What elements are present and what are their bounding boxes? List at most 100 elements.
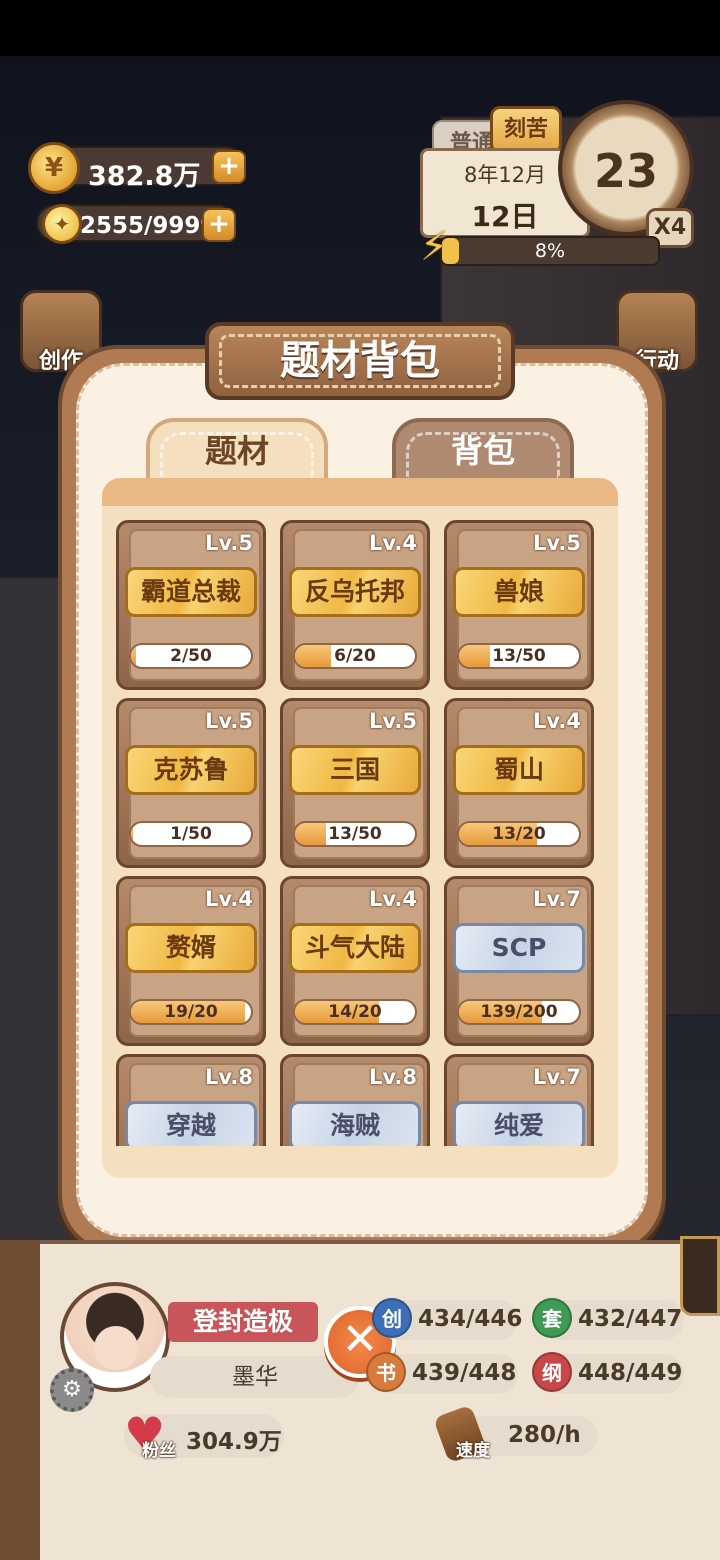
topic-card[interactable]: Lv.5 三国 13/50 bbox=[280, 698, 430, 868]
card-topic-name: 三国 bbox=[289, 745, 421, 795]
stat-badge: 套 bbox=[532, 1298, 572, 1338]
card-level: Lv.5 bbox=[205, 709, 253, 733]
card-progress-text: 139/200 bbox=[480, 1002, 558, 1022]
panel-title: 题材背包 bbox=[219, 334, 501, 388]
topic-card[interactable]: Lv.5 霸道总裁 2/50 bbox=[116, 520, 266, 690]
lightbulb-icon: ✦ bbox=[42, 204, 82, 244]
coins-counter: ¥ 382.8万 + bbox=[28, 142, 246, 194]
inspiration-value: 2555/9999 bbox=[80, 213, 217, 239]
card-progress-bar: 2/50 bbox=[129, 643, 253, 669]
stat-book: 书 439/448 bbox=[366, 1352, 518, 1394]
card-level: Lv.4 bbox=[533, 709, 581, 733]
card-progress-bar: 14/20 bbox=[293, 999, 417, 1025]
tab-decoration bbox=[160, 432, 314, 478]
coin-icon: ¥ bbox=[28, 142, 80, 194]
speed-value: 280/h bbox=[508, 1422, 581, 1448]
stat-badge: 书 bbox=[366, 1352, 406, 1392]
card-level: Lv.4 bbox=[369, 531, 417, 555]
tab-decoration bbox=[406, 432, 560, 478]
card-progress-text: 13/50 bbox=[492, 646, 546, 666]
inspiration-counter: ✦ 2555/9999 + bbox=[36, 204, 236, 244]
card-level: Lv.4 bbox=[369, 887, 417, 911]
card-progress-text: 14/20 bbox=[328, 1002, 382, 1022]
card-progress-text: 6/20 bbox=[334, 646, 376, 666]
stat-value: 439/448 bbox=[412, 1360, 517, 1386]
card-level: Lv.8 bbox=[205, 1065, 253, 1089]
card-progress-bar: 13/50 bbox=[457, 643, 581, 669]
card-progress-text: 13/20 bbox=[492, 824, 546, 844]
fans-value: 304.9万 bbox=[186, 1429, 282, 1455]
topic-card[interactable]: Lv.4 蜀山 13/20 bbox=[444, 698, 594, 868]
card-topic-name: 霸道总裁 bbox=[125, 567, 257, 617]
topic-card[interactable]: Lv.5 克苏鲁 1/50 bbox=[116, 698, 266, 868]
card-topic-name: 斗气大陆 bbox=[289, 923, 421, 973]
card-progress-bar: 139/200 bbox=[457, 999, 581, 1025]
card-level: Lv.5 bbox=[205, 531, 253, 555]
topic-card[interactable]: Lv.8 穿越 bbox=[116, 1054, 266, 1146]
stat-badge: 创 bbox=[372, 1298, 412, 1338]
card-topic-name: 反乌托邦 bbox=[289, 567, 421, 617]
gear-icon[interactable]: ⚙ bbox=[50, 1368, 94, 1412]
tab-backpack[interactable]: 背包 bbox=[392, 418, 574, 482]
card-progress-text: 13/50 bbox=[328, 824, 382, 844]
card-topic-name: 海贼 bbox=[289, 1101, 421, 1146]
card-topic-name: 穿越 bbox=[125, 1101, 257, 1146]
status-bar bbox=[0, 0, 720, 56]
topic-card[interactable]: Lv.8 海贼 bbox=[280, 1054, 430, 1146]
avatar-face bbox=[94, 1326, 138, 1370]
panel-title-plate: 题材背包 bbox=[205, 322, 515, 400]
add-inspiration-button[interactable]: + bbox=[202, 208, 236, 242]
topic-card[interactable]: Lv.4 斗气大陆 14/20 bbox=[280, 876, 430, 1046]
stat-value: 434/446 bbox=[418, 1306, 523, 1332]
topic-grid-scroll[interactable]: Lv.5 霸道总裁 2/50 Lv.4 反乌托邦 6/20 Lv.5 兽娘 13/50 Lv.5 克… bbox=[102, 510, 618, 1146]
clock-value: 23 bbox=[593, 144, 658, 198]
card-topic-name: SCP bbox=[453, 923, 585, 973]
book-spine bbox=[0, 1240, 40, 1560]
card-level: Lv.7 bbox=[533, 887, 581, 911]
topic-card[interactable]: Lv.4 赘婿 19/20 bbox=[116, 876, 266, 1046]
stat-value: 432/447 bbox=[578, 1306, 683, 1332]
card-progress-text: 2/50 bbox=[170, 646, 212, 666]
card-topic-name: 赘婿 bbox=[125, 923, 257, 973]
stat-create: 创 434/446 bbox=[372, 1298, 522, 1340]
card-progress-bar: 13/20 bbox=[457, 821, 581, 847]
card-level: Lv.5 bbox=[533, 531, 581, 555]
rank-title: 登封造极 bbox=[168, 1302, 318, 1342]
card-topic-name: 克苏鲁 bbox=[125, 745, 257, 795]
energy-bar: 8% bbox=[440, 236, 660, 266]
grid-footer bbox=[102, 1148, 618, 1178]
card-level: Lv.5 bbox=[369, 709, 417, 733]
card-progress-bar: 1/50 bbox=[129, 821, 253, 847]
card-topic-name: 兽娘 bbox=[453, 567, 585, 617]
card-level: Lv.4 bbox=[205, 887, 253, 911]
card-progress-bar: 6/20 bbox=[293, 643, 417, 669]
topic-card[interactable]: Lv.7 纯爱 bbox=[444, 1054, 594, 1146]
stat-routine: 套 432/447 bbox=[532, 1298, 684, 1340]
topic-card[interactable]: Lv.5 兽娘 13/50 bbox=[444, 520, 594, 690]
player-name: 墨华 bbox=[150, 1356, 360, 1398]
topic-card[interactable]: Lv.7 SCP 139/200 bbox=[444, 876, 594, 1046]
stat-outline: 纲 448/449 bbox=[532, 1352, 684, 1394]
mode-hard-tab[interactable]: 刻苦 bbox=[490, 106, 562, 154]
card-progress-text: 19/20 bbox=[164, 1002, 218, 1022]
lightning-icon: ⚡ bbox=[420, 224, 449, 270]
coins-value: 382.8万 bbox=[88, 161, 201, 192]
card-progress-text: 1/50 bbox=[170, 824, 212, 844]
grid-header-band bbox=[102, 478, 618, 506]
tab-topics[interactable]: 题材 bbox=[146, 418, 328, 482]
card-level: Lv.8 bbox=[369, 1065, 417, 1089]
card-level: Lv.7 bbox=[533, 1065, 581, 1089]
add-coins-button[interactable]: + bbox=[212, 150, 246, 184]
speed-label: 速度 bbox=[456, 1441, 490, 1461]
energy-percent: 8% bbox=[534, 240, 566, 262]
card-topic-name: 蜀山 bbox=[453, 745, 585, 795]
topic-card[interactable]: Lv.4 反乌托邦 6/20 bbox=[280, 520, 430, 690]
card-topic-name: 纯爱 bbox=[453, 1101, 585, 1146]
topic-grid[interactable]: Lv.5 霸道总裁 2/50 Lv.4 反乌托邦 6/20 Lv.5 兽娘 13/50 Lv.5 克… bbox=[102, 478, 618, 1178]
book-corner bbox=[680, 1236, 720, 1316]
stat-badge: 纲 bbox=[532, 1352, 572, 1392]
stat-value: 448/449 bbox=[578, 1360, 683, 1386]
fans-label: 粉丝 bbox=[142, 1441, 176, 1461]
card-progress-bar: 13/50 bbox=[293, 821, 417, 847]
card-progress-bar: 19/20 bbox=[129, 999, 253, 1025]
